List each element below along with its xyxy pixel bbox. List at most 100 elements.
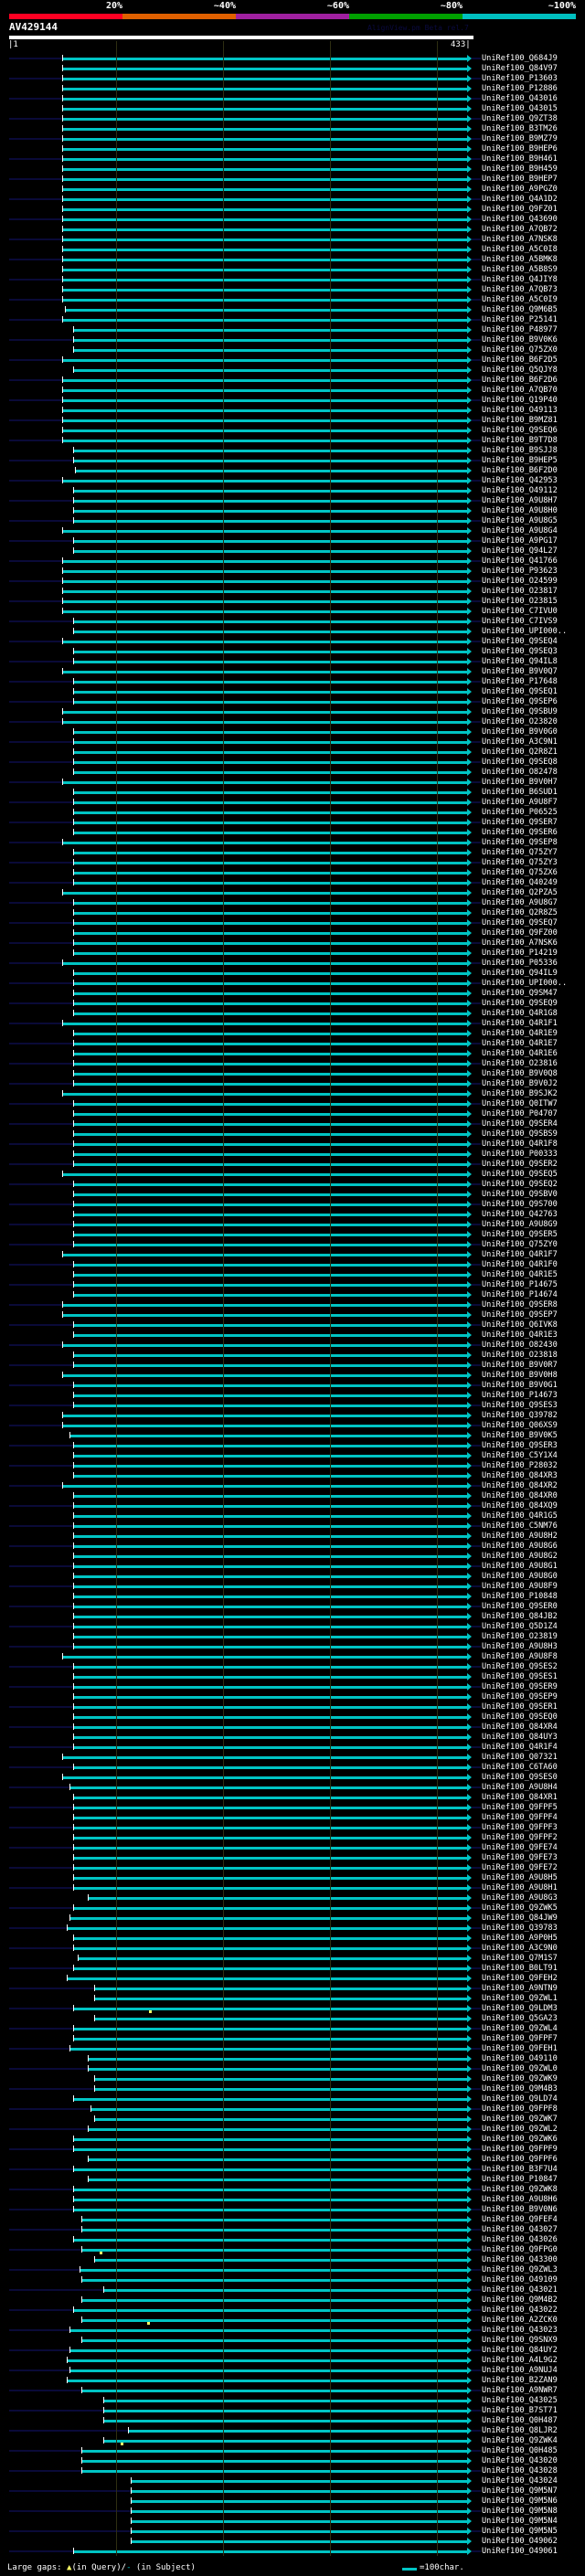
hit-label[interactable]: UniRef100_A2ZCK0 xyxy=(482,2316,558,2325)
hit-label[interactable]: UniRef100_A9U8F9 xyxy=(482,1582,558,1591)
hit-label[interactable]: UniRef100_A9NWR7 xyxy=(482,2386,558,2395)
hit-bar[interactable] xyxy=(74,801,467,804)
hit-bar[interactable] xyxy=(132,2540,467,2543)
hit-bar[interactable] xyxy=(63,1254,467,1256)
hit-label[interactable]: UniRef100_C6TA60 xyxy=(482,1763,558,1772)
hit-label[interactable]: UniRef100_A9U8G3 xyxy=(482,1893,558,1903)
hit-label[interactable]: UniRef100_Q41766 xyxy=(482,557,558,566)
hit-label[interactable]: UniRef100_P13603 xyxy=(482,74,558,83)
hit-bar[interactable] xyxy=(95,1988,467,1990)
hit-bar[interactable] xyxy=(63,269,467,271)
hit-label[interactable]: UniRef100_Q06XS9 xyxy=(482,1421,558,1430)
hit-bar[interactable] xyxy=(74,1224,467,1226)
hit-label[interactable]: UniRef100_Q4R1E3 xyxy=(482,1330,558,1340)
hit-label[interactable]: UniRef100_A7NSK6 xyxy=(482,938,558,948)
hit-bar[interactable] xyxy=(82,2339,467,2342)
hit-label[interactable]: UniRef100_Q42763 xyxy=(482,1210,558,1219)
hit-bar[interactable] xyxy=(74,620,467,623)
hit-label[interactable]: UniRef100_Q43027 xyxy=(482,2225,558,2234)
hit-bar[interactable] xyxy=(74,2189,467,2191)
hit-label[interactable]: UniRef100_Q84UY2 xyxy=(482,2346,558,2355)
hit-label[interactable]: UniRef100_B6F2D6 xyxy=(482,376,558,385)
hit-label[interactable]: UniRef100_B9V0K6 xyxy=(482,335,558,345)
hit-bar[interactable] xyxy=(74,369,467,372)
hit-label[interactable]: UniRef100_C5NM76 xyxy=(482,1521,558,1531)
hit-label[interactable]: UniRef100_Q5D1Z4 xyxy=(482,1622,558,1631)
hit-label[interactable]: UniRef100_Q9SER7 xyxy=(482,818,558,827)
hit-bar[interactable] xyxy=(68,1977,467,1980)
hit-label[interactable]: UniRef100_Q43024 xyxy=(482,2476,558,2486)
hit-label[interactable]: UniRef100_Q9SES1 xyxy=(482,1672,558,1681)
hit-label[interactable]: UniRef100_P28032 xyxy=(482,1461,558,1470)
hit-label[interactable]: UniRef100_Q9ZWK6 xyxy=(482,2135,558,2144)
hit-label[interactable]: UniRef100_Q9FE73 xyxy=(482,1853,558,1862)
hit-label[interactable]: UniRef100_Q9SER2 xyxy=(482,1160,558,1169)
hit-label[interactable]: UniRef100_B9V0Q7 xyxy=(482,667,558,676)
hit-label[interactable]: UniRef100_A9P0H5 xyxy=(482,1934,558,1943)
hit-label[interactable]: UniRef100_Q9FPF2 xyxy=(482,1833,558,1842)
hit-bar[interactable] xyxy=(132,2510,467,2513)
hit-label[interactable]: UniRef100_B9HEP6 xyxy=(482,144,558,154)
hit-bar[interactable] xyxy=(74,1264,467,1267)
hit-label[interactable]: UniRef100_Q9SER6 xyxy=(482,828,558,837)
hit-bar[interactable] xyxy=(74,832,467,834)
hit-label[interactable]: UniRef100_P17648 xyxy=(482,677,558,686)
hit-label[interactable]: UniRef100_B9SJK2 xyxy=(482,1089,558,1098)
hit-label[interactable]: UniRef100_A9U8H4 xyxy=(482,1783,558,1792)
hit-bar[interactable] xyxy=(74,550,467,553)
hit-label[interactable]: UniRef100_A9NTN9 xyxy=(482,1984,558,1993)
hit-label[interactable]: UniRef100_A9U8G6 xyxy=(482,1542,558,1551)
hit-label[interactable]: UniRef100_B7ST71 xyxy=(482,2406,558,2415)
hit-label[interactable]: UniRef100_Q9S700 xyxy=(482,1200,558,1209)
hit-label[interactable]: UniRef100_UPI000.. xyxy=(482,627,567,636)
hit-label[interactable]: UniRef100_B9V0R7 xyxy=(482,1361,558,1370)
hit-bar[interactable] xyxy=(70,2329,467,2332)
hit-label[interactable]: UniRef100_Q84UY3 xyxy=(482,1733,558,1742)
hit-bar[interactable] xyxy=(74,1043,467,1045)
hit-label[interactable]: UniRef100_Q684J9 xyxy=(482,54,558,63)
hit-bar[interactable] xyxy=(70,2369,467,2372)
hit-label[interactable]: UniRef100_Q9SER5 xyxy=(482,1230,558,1239)
hit-label[interactable]: UniRef100_O23820 xyxy=(482,717,558,726)
hit-label[interactable]: UniRef100_Q9SER4 xyxy=(482,1119,558,1129)
hit-label[interactable]: UniRef100_Q5GA23 xyxy=(482,2014,558,2023)
hit-label[interactable]: UniRef100_Q84XQ9 xyxy=(482,1501,558,1511)
hit-bar[interactable] xyxy=(63,560,467,563)
hit-bar[interactable] xyxy=(63,1314,467,1317)
hit-bar[interactable] xyxy=(74,1937,467,1940)
hit-label[interactable]: UniRef100_Q84V97 xyxy=(482,64,558,73)
hit-bar[interactable] xyxy=(74,631,467,633)
hit-bar[interactable] xyxy=(74,1807,467,1809)
hit-bar[interactable] xyxy=(74,1405,467,1407)
hit-label[interactable]: UniRef100_Q4R1F8 xyxy=(482,1140,558,1149)
hit-bar[interactable] xyxy=(74,1033,467,1035)
hit-bar[interactable] xyxy=(63,641,467,643)
hit-label[interactable]: UniRef100_A7NSK8 xyxy=(482,235,558,244)
hit-bar[interactable] xyxy=(74,1294,467,1297)
hit-label[interactable]: UniRef100_A7QB72 xyxy=(482,225,558,234)
hit-bar[interactable] xyxy=(63,68,467,70)
hit-bar[interactable] xyxy=(74,791,467,794)
hit-label[interactable]: UniRef100_B9V0G0 xyxy=(482,727,558,737)
hit-bar[interactable] xyxy=(74,1575,467,1578)
hit-label[interactable]: UniRef100_A9NUJ4 xyxy=(482,2366,558,2375)
hit-label[interactable]: UniRef100_B9V0N6 xyxy=(482,2205,558,2214)
hit-label[interactable]: UniRef100_Q7M1S7 xyxy=(482,1954,558,1963)
hit-bar[interactable] xyxy=(74,1706,467,1709)
hit-bar[interactable] xyxy=(74,1565,467,1568)
hit-label[interactable]: UniRef100_Q9SES0 xyxy=(482,1773,558,1782)
hit-bar[interactable] xyxy=(74,1354,467,1357)
hit-label[interactable]: UniRef100_Q9M6B5 xyxy=(482,305,558,314)
hit-bar[interactable] xyxy=(74,1595,467,1598)
hit-bar[interactable] xyxy=(63,1093,467,1096)
hit-bar[interactable] xyxy=(74,982,467,985)
hit-bar[interactable] xyxy=(68,2380,467,2382)
hit-label[interactable]: UniRef100_Q9ZWL1 xyxy=(482,1994,558,2003)
hit-label[interactable]: UniRef100_Q43021 xyxy=(482,2285,558,2295)
hit-bar[interactable] xyxy=(74,1193,467,1196)
hit-bar[interactable] xyxy=(74,1153,467,1156)
hit-label[interactable]: UniRef100_Q43690 xyxy=(482,215,558,224)
hit-bar[interactable] xyxy=(104,2440,467,2443)
hit-label[interactable]: UniRef100_Q9SEQ0 xyxy=(482,1712,558,1722)
hit-label[interactable]: UniRef100_Q9SEQ1 xyxy=(482,687,558,696)
